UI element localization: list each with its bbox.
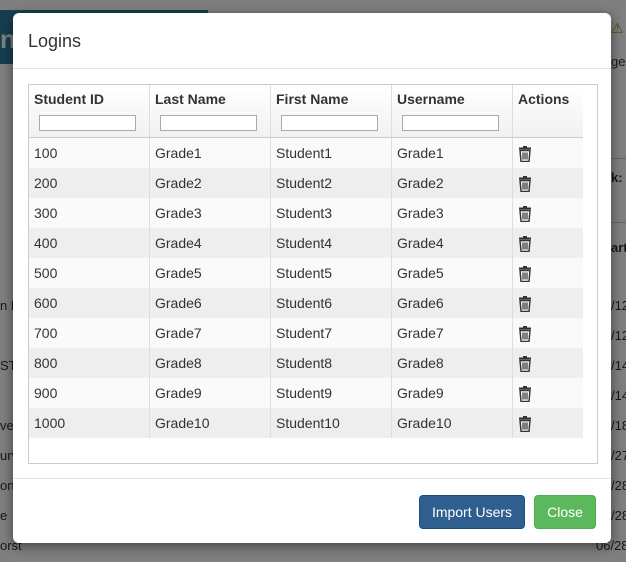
username-cell: Grade6 xyxy=(391,288,513,318)
first-name-cell: Student10 xyxy=(270,408,392,438)
username-cell: Grade8 xyxy=(391,348,513,378)
table-row: 600 Grade6 Student6 Grade6 xyxy=(29,288,583,318)
username-filter-input[interactable] xyxy=(402,115,499,131)
last-name-cell: Grade8 xyxy=(149,348,271,378)
trash-icon[interactable] xyxy=(518,205,532,222)
trash-icon[interactable] xyxy=(518,415,532,432)
trash-icon[interactable] xyxy=(518,295,532,312)
column-last-name: Last Name xyxy=(149,85,271,138)
actions-cell xyxy=(512,378,583,408)
close-button[interactable]: Close xyxy=(534,495,596,529)
actions-cell xyxy=(512,318,583,348)
first-name-cell: Student3 xyxy=(270,198,392,228)
column-header-label: Last Name xyxy=(155,91,226,107)
last-name-cell: Grade10 xyxy=(149,408,271,438)
first-name-cell: Student8 xyxy=(270,348,392,378)
username-cell: Grade10 xyxy=(391,408,513,438)
username-cell: Grade3 xyxy=(391,198,513,228)
student-id-cell: 700 xyxy=(29,318,150,348)
student-id-cell: 400 xyxy=(29,228,150,258)
student-id-cell: 100 xyxy=(29,137,150,168)
actions-cell xyxy=(512,408,583,438)
trash-icon[interactable] xyxy=(518,325,532,342)
username-cell: Grade4 xyxy=(391,228,513,258)
student-id-cell: 900 xyxy=(29,378,150,408)
first-name-cell: Student1 xyxy=(270,137,392,168)
student-id-cell: 500 xyxy=(29,258,150,288)
username-cell: Grade5 xyxy=(391,258,513,288)
last-name-cell: Grade4 xyxy=(149,228,271,258)
student-id-filter-input[interactable] xyxy=(39,115,136,131)
last-name-cell: Grade1 xyxy=(149,137,271,168)
student-id-cell: 300 xyxy=(29,198,150,228)
modal-title: Logins xyxy=(28,31,82,51)
column-actions: Actions xyxy=(512,85,583,138)
student-id-cell: 800 xyxy=(29,348,150,378)
table-row: 300 Grade3 Student3 Grade3 xyxy=(29,198,583,228)
student-id-cell: 600 xyxy=(29,288,150,318)
first-name-cell: Student5 xyxy=(270,258,392,288)
student-id-cell: 200 xyxy=(29,168,150,198)
import-users-button[interactable]: Import Users xyxy=(419,495,525,529)
column-header-label: First Name xyxy=(276,91,349,107)
actions-cell xyxy=(512,348,583,378)
last-name-cell: Grade6 xyxy=(149,288,271,318)
logins-table: Student ID Last Name First Name Username xyxy=(29,85,583,438)
student-id-cell: 1000 xyxy=(29,408,150,438)
column-username: Username xyxy=(391,85,513,138)
table-row: 900 Grade9 Student9 Grade9 xyxy=(29,378,583,408)
table-row: 100 Grade1 Student1 Grade1 xyxy=(29,137,583,168)
trash-icon[interactable] xyxy=(518,265,532,282)
last-name-cell: Grade9 xyxy=(149,378,271,408)
table-row: 1000 Grade10 Student10 Grade10 xyxy=(29,408,583,438)
table-row: 200 Grade2 Student2 Grade2 xyxy=(29,168,583,198)
column-header-label: Student ID xyxy=(34,91,104,107)
actions-cell xyxy=(512,288,583,318)
column-header-label: Username xyxy=(397,91,465,107)
column-header-label: Actions xyxy=(518,91,570,107)
column-first-name: First Name xyxy=(270,85,392,138)
first-name-cell: Student4 xyxy=(270,228,392,258)
last-name-cell: Grade2 xyxy=(149,168,271,198)
username-cell: Grade9 xyxy=(391,378,513,408)
column-student-id: Student ID xyxy=(29,85,150,138)
table-body: 100 Grade1 Student1 Grade1 200 Grade2 Student2… xyxy=(29,137,583,438)
trash-icon[interactable] xyxy=(518,145,532,162)
last-name-cell: Grade7 xyxy=(149,318,271,348)
username-cell: Grade2 xyxy=(391,168,513,198)
trash-icon[interactable] xyxy=(518,175,532,192)
trash-icon[interactable] xyxy=(518,235,532,252)
first-name-filter-input[interactable] xyxy=(281,115,378,131)
first-name-cell: Student7 xyxy=(270,318,392,348)
username-cell: Grade1 xyxy=(391,137,513,168)
first-name-cell: Student6 xyxy=(270,288,392,318)
last-name-cell: Grade5 xyxy=(149,258,271,288)
first-name-cell: Student9 xyxy=(270,378,392,408)
table-row: 700 Grade7 Student7 Grade7 xyxy=(29,318,583,348)
actions-cell xyxy=(512,168,583,198)
logins-table-container: Student ID Last Name First Name Username xyxy=(28,84,598,464)
modal-footer: Import Users Close xyxy=(13,478,611,544)
table-row: 400 Grade4 Student4 Grade4 xyxy=(29,228,583,258)
table-header-row: Student ID Last Name First Name Username xyxy=(29,85,583,138)
actions-cell xyxy=(512,228,583,258)
trash-icon[interactable] xyxy=(518,355,532,372)
logins-modal: Logins Student ID Last Name First Name U… xyxy=(13,13,611,543)
table-row: 500 Grade5 Student5 Grade5 xyxy=(29,258,583,288)
username-cell: Grade7 xyxy=(391,318,513,348)
table-row: 800 Grade8 Student8 Grade8 xyxy=(29,348,583,378)
modal-header: Logins xyxy=(13,13,611,69)
first-name-cell: Student2 xyxy=(270,168,392,198)
last-name-filter-input[interactable] xyxy=(160,115,257,131)
actions-cell xyxy=(512,258,583,288)
actions-cell xyxy=(512,137,583,168)
trash-icon[interactable] xyxy=(518,385,532,402)
actions-cell xyxy=(512,198,583,228)
last-name-cell: Grade3 xyxy=(149,198,271,228)
